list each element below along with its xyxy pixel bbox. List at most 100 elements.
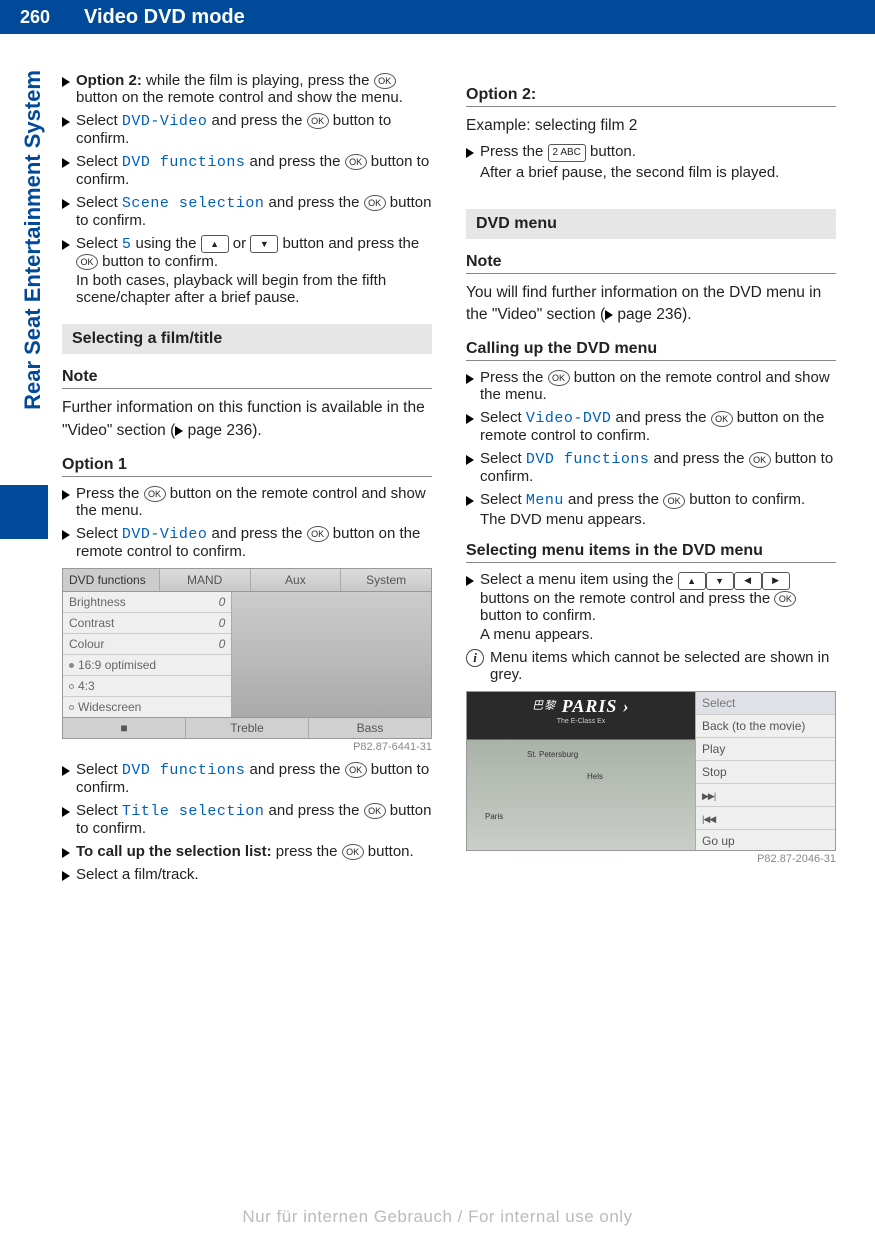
step-o1-select-dvdvideo: Select DVD-Video and press the OK button… [62,525,432,560]
bullet-icon [466,455,474,465]
bullet-icon [466,496,474,506]
section-dvd-menu: DVD menu [466,209,836,239]
right-button-icon [762,572,790,590]
ok-button-icon: OK [342,844,364,860]
option2-example: Example: selecting film 2 [466,115,836,137]
bullet-icon [62,199,70,209]
menu-term-dvdfunctions: DVD functions [526,451,650,468]
tab-system: System [340,569,431,591]
step-o1-select-titleselection: Select Title selection and press the OK … [62,802,432,837]
step-select-dvdfunctions: Select DVD functions and press the OK bu… [62,153,432,188]
left-column: Option 2: while the film is playing, pre… [62,72,432,889]
left-button-icon [734,572,762,590]
ok-button-icon: OK [749,452,771,468]
menu-item-back: Back (to the movie) [696,715,835,738]
down-button-icon [706,572,734,590]
bullet-icon [62,77,70,87]
step-select-5: Select 5 using the or button and press t… [62,235,432,306]
bullet-icon [62,117,70,127]
menu-item-stop: Stop [696,761,835,784]
key-2abc-icon: 2 ABC [548,144,586,162]
page-content: Option 2: while the film is playing, pre… [0,34,875,889]
ok-button-icon: OK [345,154,367,170]
selecting-items-heading: Selecting menu items in the DVD menu [466,542,836,563]
note-text: You will find further information on the… [466,282,836,327]
bullet-icon [466,148,474,158]
option2-label: Option 2: [76,72,142,89]
bullet-icon [62,848,70,858]
up-button-icon [678,572,706,590]
step-note: The DVD menu appears. [480,511,836,528]
step-o1-callup-list: To call up the selection list: press the… [62,843,432,860]
menu-item-goup: Go up [696,830,835,852]
page-number: 260 [0,0,70,34]
screenshot-dvd-functions-menu: DVD functions MAND Aux System Brightness… [62,568,432,739]
step-o1-select-film: Select a film/track. [62,866,432,883]
bullet-icon [62,766,70,776]
up-button-icon [201,235,229,253]
option1-heading: Option 1 [62,456,432,477]
step-call-select-videodvd: Select Video-DVD and press the OK button… [466,409,836,444]
ok-button-icon: OK [364,803,386,819]
step-note: A menu appears. [480,626,836,643]
sidebar-tab: Rear Seat Entertainment System [20,70,46,410]
step-option2-intro: Option 2: while the film is playing, pre… [62,72,432,106]
menu-term-5: 5 [122,236,132,253]
ok-button-icon: OK [374,73,396,89]
right-column: Option 2: Example: selecting film 2 Pres… [466,72,836,889]
ok-button-icon: OK [774,591,796,607]
menu-item-rew [696,807,835,830]
step-select-sceneselection: Select Scene selection and press the OK … [62,194,432,229]
menu-item-select: Select [696,692,835,715]
bullet-icon [466,414,474,424]
tab-mand: MAND [159,569,250,591]
info-icon: i [466,649,484,667]
bullet-icon [466,374,474,384]
menu-term-titleselection: Title selection [122,803,265,820]
menu-item-play: Play [696,738,835,761]
bullet-icon [466,576,474,586]
step-o1-press-ok: Press the OK button on the remote contro… [62,485,432,519]
menu-term-sceneselection: Scene selection [122,195,265,212]
step-select-dvdvideo: Select DVD-Video and press the OK button… [62,112,432,147]
page-footer: Nur für internen Gebrauch / For internal… [0,1207,875,1227]
xref-icon [605,310,613,320]
ok-button-icon: OK [345,762,367,778]
bullet-icon [62,871,70,881]
tab-dvdfunctions: DVD functions [63,569,159,591]
ok-button-icon: OK [711,411,733,427]
step-select-menu-item: Select a menu item using the buttons on … [466,571,836,642]
step-call-select-menu: Select Menu and press the OK button to c… [466,491,836,528]
ok-button-icon: OK [548,370,570,386]
info-note: i Menu items which cannot be selected ar… [466,649,836,683]
option2-heading: Option 2: [466,86,836,107]
menu-term-videodvd: Video-DVD [526,410,612,427]
down-button-icon [250,235,278,253]
bullet-icon [62,490,70,500]
chapter-title: Video DVD mode [70,0,875,34]
page-header: 260 Video DVD mode [0,0,875,34]
bullet-icon [62,807,70,817]
note-text: Further information on this function is … [62,397,432,442]
bullet-icon [62,158,70,168]
section-selecting-film: Selecting a film/title [62,324,432,354]
tab-aux: Aux [250,569,341,591]
bullet-icon [62,530,70,540]
skip-fwd-icon [702,788,715,802]
ok-button-icon: OK [307,113,329,129]
image-caption: P82.87-2046-31 [466,853,836,865]
calling-up-heading: Calling up the DVD menu [466,340,836,361]
menu-term-dvdfunctions: DVD functions [122,154,246,171]
ok-button-icon: OK [144,486,166,502]
note-heading: Note [62,368,432,389]
menu-term-dvdvideo: DVD-Video [122,526,208,543]
step-call-select-dvdfunctions: Select DVD functions and press the OK bu… [466,450,836,485]
menu-term-dvdfunctions: DVD functions [122,762,246,779]
skip-back-icon [702,811,715,825]
screenshot-dvd-menu-paris: 巴黎 PARIS › The E-Class Ex St. Petersburg… [466,691,836,851]
note-heading: Note [466,253,836,274]
step-note: After a brief pause, the second film is … [480,164,836,181]
ok-button-icon: OK [364,195,386,211]
menu-item-fwd [696,784,835,807]
step-opt2-press-2abc: Press the 2 ABC button. After a brief pa… [466,143,836,180]
